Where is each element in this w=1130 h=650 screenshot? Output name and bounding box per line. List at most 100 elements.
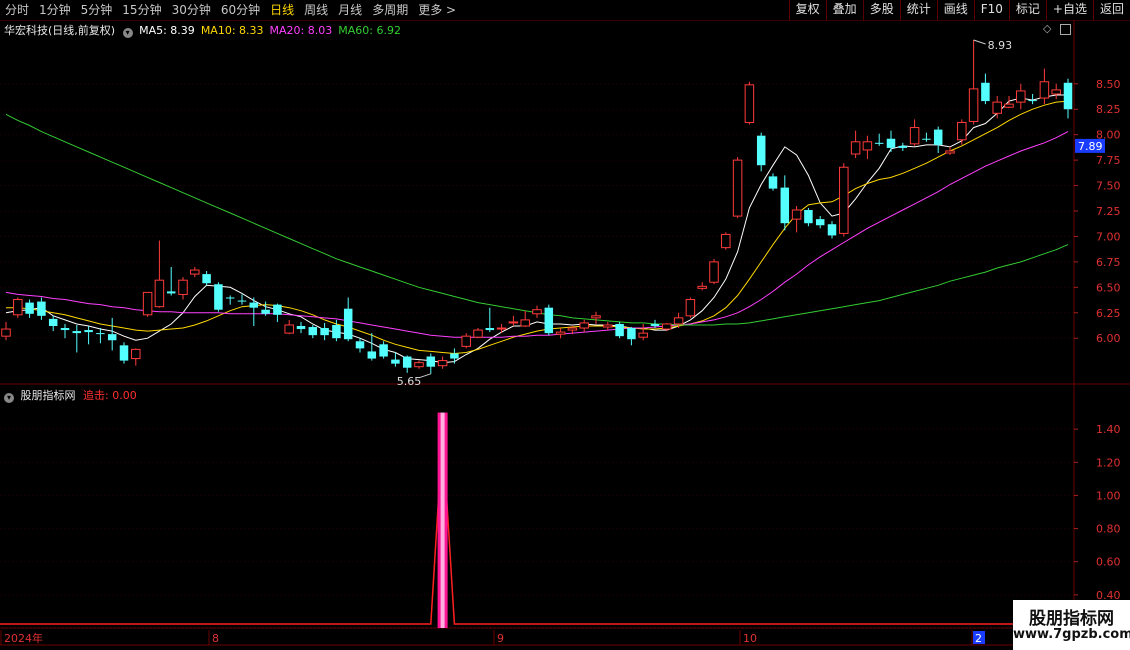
y-tick-label: 6.00 [1096, 332, 1121, 345]
candle-body [343, 308, 353, 340]
ma-line-ma60 [5, 113, 1069, 326]
toolbar-actions: 复权 叠加 多股 统计 画线 F10 标记 +自选 返回 [788, 0, 1130, 20]
candle-body [780, 187, 790, 224]
ma-line-ma5 [5, 94, 1068, 364]
y-tick-label: 1.00 [1096, 489, 1121, 502]
stock-title: 华宏科技(日线,前复权) [4, 24, 116, 37]
candle-body [1, 328, 11, 337]
toolbar-action-5[interactable]: F10 [973, 0, 1009, 20]
candle-body [650, 323, 660, 326]
candle-body [426, 356, 436, 367]
toolbar-action-0[interactable]: 复权 [788, 0, 826, 20]
tab-3[interactable]: 15分钟 [117, 1, 166, 20]
toolbar-action-8[interactable]: 返回 [1092, 0, 1130, 20]
candle-body [744, 84, 755, 123]
tab-6[interactable]: 日线 [265, 1, 299, 20]
candle-body [732, 159, 743, 217]
candle-body [638, 332, 648, 338]
candle-body [827, 224, 837, 236]
toolbar-action-2[interactable]: 多股 [862, 0, 900, 20]
candle-body [332, 324, 341, 339]
candle-body [850, 141, 861, 155]
toolbar-action-3[interactable]: 统计 [899, 0, 937, 20]
candle-body [567, 327, 578, 331]
candle-body [756, 135, 766, 166]
tab-8[interactable]: 月线 [333, 1, 367, 20]
candle-body [874, 142, 884, 144]
candle-body [84, 330, 93, 333]
signal-bar-highlight [440, 412, 445, 628]
pane-menu-icon[interactable]: ▾ [4, 393, 14, 403]
candle-body [25, 302, 34, 314]
period-toolbar: 分时 1分钟 5分钟 15分钟 30分钟 60分钟 日线 周线 月线 多周期 更多 > 复权 叠加 多股… [0, 0, 1130, 21]
pane-menu-icon[interactable]: ▾ [122, 28, 133, 38]
y-tick-label: 0.60 [1096, 556, 1121, 569]
candle-body [591, 315, 601, 319]
candle-body [496, 327, 507, 330]
candle-body [131, 348, 141, 360]
candle-body [190, 269, 200, 275]
candle-body [685, 299, 696, 317]
candle-body [981, 82, 990, 102]
tab-7[interactable]: 周线 [299, 1, 333, 20]
candle-body [119, 345, 129, 361]
tab-4[interactable]: 30分钟 [167, 1, 216, 20]
candle-body [968, 88, 979, 122]
candle-body [96, 333, 105, 335]
candle-body [166, 291, 176, 294]
low-marker [418, 373, 431, 379]
candle-body [154, 279, 165, 308]
x-tick-label: 10 [743, 632, 757, 645]
candle-body [697, 285, 707, 289]
tab-5[interactable]: 60分钟 [216, 1, 265, 20]
candle-body [1063, 82, 1073, 110]
watermark-name: 股朋指标网 [1029, 609, 1114, 629]
y-tick-label: 6.50 [1096, 281, 1121, 294]
candle-body [450, 353, 459, 359]
toolbar-action-1[interactable]: 叠加 [825, 0, 863, 20]
candle-body [791, 209, 802, 220]
window-toggle-icon[interactable] [1060, 24, 1071, 35]
candle-body [107, 334, 117, 341]
toolbar-action-6[interactable]: 标记 [1008, 0, 1046, 20]
tab-2[interactable]: 5分钟 [76, 1, 118, 20]
toolbar-action-4[interactable]: 画线 [936, 0, 974, 20]
candle-body [579, 322, 589, 329]
candle-body [402, 356, 412, 368]
candle-body [414, 362, 424, 368]
y-tick-label: 7.00 [1096, 230, 1121, 243]
indicator-value: 追击: 0.00 [83, 389, 137, 402]
candle-body [709, 261, 719, 283]
candle-body [273, 304, 282, 315]
candle-body [202, 274, 211, 284]
tab-9[interactable]: 多周期 [367, 1, 413, 20]
ma-legend-item: MA5: 8.39 [139, 24, 195, 37]
candle-body [308, 327, 318, 336]
candle-body [603, 324, 613, 328]
y-tick-label: 7.25 [1096, 205, 1121, 218]
candle-body [225, 297, 235, 299]
candle-body [909, 127, 920, 145]
tab-10[interactable]: 更多 > [413, 1, 461, 20]
kline-chart[interactable]: 6.00 6.25 6.50 6.75 7.00 7.25 7.50 7.75 8.00 8.25… [0, 0, 1130, 650]
y-tick-label: 8.50 [1096, 78, 1121, 91]
y-tick-label: 7.75 [1096, 154, 1121, 167]
tab-0[interactable]: 分时 [0, 1, 34, 20]
ma-legend-item: MA10: 8.33 [200, 24, 264, 37]
y-tick-label: 6.25 [1096, 307, 1121, 320]
low-label: 5.65 [397, 375, 422, 388]
y-tick-label: 1.20 [1096, 456, 1121, 469]
tab-1[interactable]: 1分钟 [34, 1, 76, 20]
candle-body [72, 331, 82, 334]
x-tick-label: 2024年 [4, 631, 43, 645]
candle-body [237, 300, 247, 302]
signal-bar [437, 412, 448, 628]
diamond-icon[interactable]: ◇ [1043, 22, 1051, 35]
candle-body [261, 309, 270, 314]
toolbar-action-7[interactable]: +自选 [1045, 0, 1093, 20]
candle-body [721, 233, 731, 249]
candle-body [284, 324, 294, 334]
candle-body [922, 138, 931, 140]
candle-body [391, 359, 400, 364]
ma-legend: MA5: 8.39 MA10: 8.33 MA20: 8.03 MA60: 6.92 [139, 24, 407, 37]
